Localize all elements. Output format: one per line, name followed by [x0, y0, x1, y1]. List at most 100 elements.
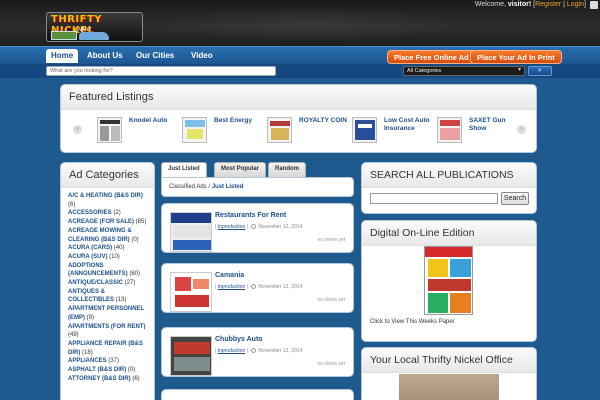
- listing-thumb[interactable]: [170, 212, 212, 252]
- tab-just-listed[interactable]: Just Listed: [161, 162, 207, 177]
- logo-cash-graphic: [51, 31, 77, 40]
- listing-thumb[interactable]: [170, 336, 212, 376]
- category-label: APARTMENTS (FOR RENT): [68, 323, 146, 330]
- listing-category-link[interactable]: Inproduction: [218, 224, 246, 230]
- breadcrumb-panel: Classified Ads / Just Listed: [161, 177, 354, 197]
- featured-name: Best Energy: [214, 117, 252, 124]
- ad-categories-panel: Ad Categories A/C & HEATING (B&S DIR) (6…: [60, 162, 155, 400]
- category-item[interactable]: APARTMENT PERSONNEL (EMP) (9): [68, 305, 147, 322]
- category-label: APPLIANCES: [68, 358, 107, 365]
- register-link[interactable]: Register: [535, 1, 561, 8]
- featured-thumb: [352, 117, 377, 143]
- featured-thumb: [437, 117, 462, 143]
- category-item[interactable]: ACURA (SUV) (10): [68, 253, 147, 262]
- place-ad-in-print-button[interactable]: Place Your Ad In Print: [470, 50, 562, 64]
- breadcrumb: Classified Ads / Just Listed: [162, 178, 353, 196]
- clock-icon: [251, 224, 257, 229]
- category-item[interactable]: APPLIANCE REPAIR (B&S DIR) (18): [68, 340, 147, 357]
- category-item[interactable]: ACURA (CARS) (40): [68, 244, 147, 253]
- listing-meta: | Inproduction | November 12, 2014: [215, 348, 303, 354]
- listing-title[interactable]: Restaurants For Rent: [215, 212, 286, 219]
- featured-thumb: [97, 117, 122, 143]
- breadcrumb-root[interactable]: Classified Ads: [169, 184, 207, 190]
- listing-title[interactable]: Camania: [215, 272, 244, 279]
- digital-edition-caption[interactable]: Click to View This Weeks Paper: [370, 319, 455, 325]
- category-item[interactable]: A/C & HEATING (B&S DIR) (6): [68, 192, 147, 209]
- nav-home[interactable]: Home: [46, 49, 79, 63]
- category-count: (0): [127, 367, 136, 374]
- nav-our-cities[interactable]: Our Cities: [136, 51, 174, 60]
- publication-search-button[interactable]: Search: [501, 192, 529, 205]
- category-item[interactable]: ACCESSORIES (2): [68, 209, 147, 218]
- tab-random[interactable]: Random: [268, 162, 306, 177]
- tab-most-popular[interactable]: Most Popular: [214, 162, 267, 177]
- category-count: (40): [113, 245, 125, 252]
- category-item[interactable]: ANTIQUES & COLLECTIBLES (13): [68, 288, 147, 305]
- category-count: (6): [68, 201, 76, 208]
- featured-title: Featured Listings: [61, 85, 536, 110]
- featured-thumb: [182, 117, 207, 143]
- nav-about-us[interactable]: About Us: [87, 51, 123, 60]
- category-count: (18): [82, 349, 93, 356]
- digital-edition-cover[interactable]: [424, 246, 473, 315]
- category-label: ACREAGE MOWING & CLEARING (B&S DIR): [68, 227, 132, 243]
- listing-card: Chubbys Auto | Inproduction | November 1…: [161, 327, 354, 377]
- category-label: APPLIANCE REPAIR (B&S DIR): [68, 340, 143, 356]
- welcome-bar: Welcome, visitor! [Register | Login]: [475, 1, 586, 8]
- featured-name: ROYALTY COIN: [299, 117, 347, 124]
- search-button[interactable]: ⌕: [528, 66, 552, 76]
- digital-edition-title: Digital On-Line Edition: [362, 221, 536, 246]
- category-count: (10): [109, 253, 120, 260]
- category-count: (37): [108, 358, 120, 365]
- listing-card: Camania | Inproduction | November 12, 20…: [161, 263, 354, 313]
- digital-edition-panel: Digital On-Line Edition Click to View Th…: [361, 220, 537, 342]
- category-item[interactable]: APARTMENTS (FOR RENT) (49): [68, 323, 147, 340]
- listing-card: [161, 389, 354, 400]
- category-select-value: All Categories: [407, 68, 442, 74]
- category-label: ACURA (SUV): [68, 253, 108, 260]
- category-count: (6): [132, 375, 140, 382]
- category-count: (49): [68, 332, 79, 339]
- category-count: (9): [86, 314, 95, 321]
- listing-category-link[interactable]: Inproduction: [218, 348, 246, 354]
- category-item[interactable]: ANTIQUE/CLASSIC (27): [68, 279, 147, 288]
- category-count: (27): [124, 280, 136, 287]
- listing-date: November 12, 2014: [258, 224, 303, 230]
- ad-categories-title: Ad Categories: [61, 163, 154, 188]
- category-item[interactable]: ATTORNEY (B&S DIR) (6): [68, 375, 147, 384]
- category-count: (13): [115, 297, 127, 304]
- login-link[interactable]: Login: [567, 1, 584, 8]
- category-list: A/C & HEATING (B&S DIR) (6) ACCESSORIES (…: [61, 188, 154, 387]
- category-item[interactable]: ASPHALT (B&S DIR) (0): [68, 366, 147, 375]
- rss-icon[interactable]: [590, 1, 598, 9]
- clock-icon: [251, 284, 257, 289]
- welcome-user: visitor!: [507, 1, 532, 8]
- featured-name: Knodel Auto: [129, 117, 168, 124]
- category-label: ANTIQUE/CLASSIC: [68, 280, 124, 287]
- category-label: ACURA (CARS): [68, 245, 113, 252]
- listing-category-link[interactable]: Inproduction: [218, 284, 246, 290]
- category-label: APARTMENT PERSONNEL (EMP): [68, 306, 145, 321]
- local-office-panel: Your Local Thrifty Nickel Office: [361, 347, 537, 400]
- chevron-left-icon[interactable]: ‹: [73, 125, 82, 134]
- featured-thumb: [267, 117, 292, 143]
- listing-title[interactable]: Chubbys Auto: [215, 336, 263, 343]
- category-label: A/C & HEATING (B&S DIR): [68, 193, 143, 199]
- category-item[interactable]: ACREAGE MOWING & CLEARING (B&S DIR) (0): [68, 227, 147, 244]
- featured-listings-panel: Featured Listings ‹ › Knodel Auto Best E…: [60, 84, 537, 153]
- search-input[interactable]: What are you looking for?: [46, 66, 276, 76]
- category-label: ACREAGE (FOR SALE): [68, 219, 134, 226]
- category-item[interactable]: ADOPTIONS (ANNOUNCEMENTS) (60): [68, 262, 147, 279]
- category-count: (85): [135, 219, 147, 226]
- category-item[interactable]: ACREAGE (FOR SALE) (85): [68, 218, 147, 227]
- place-free-online-ad-button[interactable]: Place Free Online Ad: [387, 50, 476, 64]
- category-item[interactable]: APPLIANCES (37): [68, 357, 147, 366]
- site-logo[interactable]: THRIFTY NICKEL WANT: [46, 12, 143, 42]
- publication-search-input[interactable]: [370, 193, 498, 204]
- category-label: ANTIQUES & COLLECTIBLES: [68, 288, 114, 304]
- nav-video[interactable]: Video: [191, 51, 213, 60]
- category-select[interactable]: All Categories ▾: [403, 66, 525, 76]
- top-bar: THRIFTY NICKEL WANT Welcome, visitor! [R…: [0, 0, 600, 46]
- welcome-prefix: Welcome,: [474, 1, 508, 8]
- listing-thumb[interactable]: [170, 272, 212, 312]
